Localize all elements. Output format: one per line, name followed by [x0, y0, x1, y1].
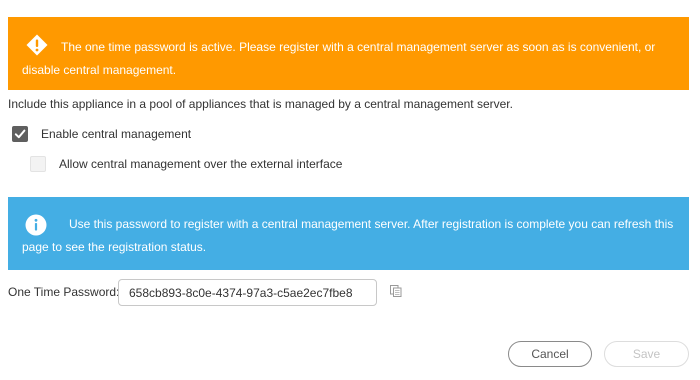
warning-banner: The one time password is active. Please …	[8, 17, 689, 90]
allow-external-interface-row: Allow central management over the extern…	[30, 156, 342, 172]
enable-central-management-label[interactable]: Enable central management	[41, 127, 191, 141]
enable-central-management-checkbox[interactable]	[12, 126, 28, 142]
info-banner-text: Use this password to register with a cen…	[22, 217, 674, 254]
warning-diamond-icon	[26, 34, 48, 56]
otp-field[interactable]	[118, 279, 377, 306]
info-icon	[25, 214, 47, 236]
save-button[interactable]: Save	[604, 341, 689, 367]
copy-icon[interactable]	[389, 284, 403, 298]
enable-central-management-row: Enable central management	[12, 126, 191, 142]
allow-external-interface-label[interactable]: Allow central management over the extern…	[59, 157, 342, 171]
allow-external-interface-checkbox[interactable]	[30, 156, 46, 172]
description-text: Include this appliance in a pool of appl…	[8, 97, 513, 111]
checkmark-icon	[14, 129, 26, 139]
warning-banner-text: The one time password is active. Please …	[22, 40, 656, 77]
otp-label: One Time Password:	[8, 285, 120, 299]
cancel-button[interactable]: Cancel	[508, 341, 592, 367]
info-banner: Use this password to register with a cen…	[8, 197, 689, 270]
central-management-panel: The one time password is active. Please …	[0, 0, 700, 380]
